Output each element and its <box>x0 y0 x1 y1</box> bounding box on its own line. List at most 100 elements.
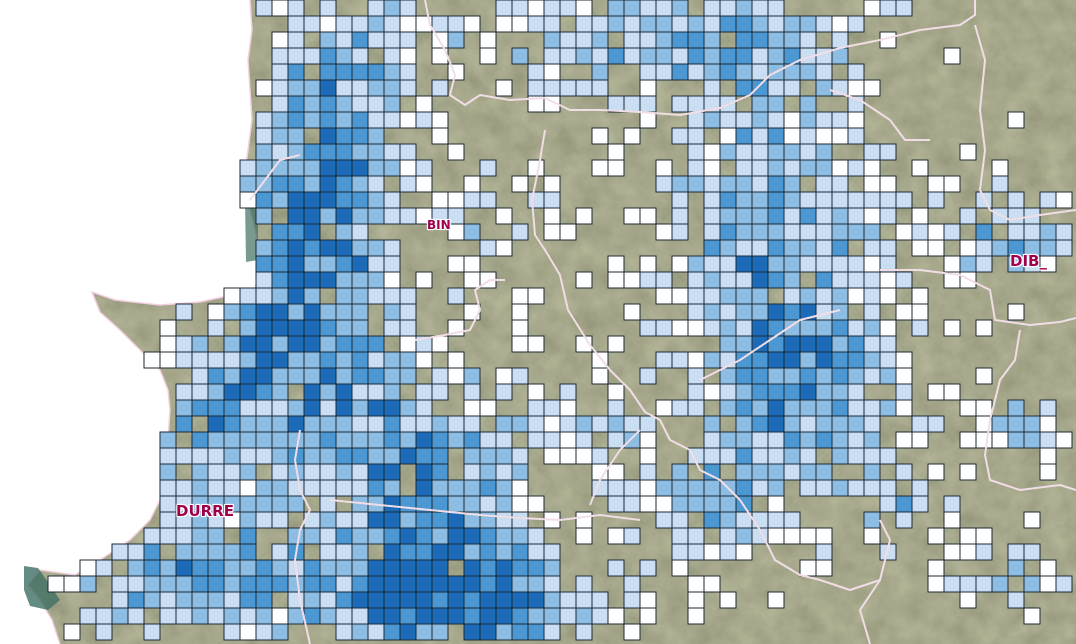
grid-cell <box>751 447 769 465</box>
grid-cell <box>799 383 817 401</box>
grid-cell <box>671 127 689 145</box>
grid-cell <box>415 95 433 113</box>
grid-cell <box>383 607 401 625</box>
grid-cell <box>511 319 529 337</box>
grid-cell <box>879 175 897 193</box>
grid-cell <box>783 367 801 385</box>
grid-cell <box>671 399 689 417</box>
grid-cell <box>207 495 225 513</box>
grid-cell <box>239 287 257 305</box>
grid-cell <box>383 591 401 609</box>
grid-cell <box>815 239 833 257</box>
grid-cell <box>415 575 433 593</box>
grid-cell <box>767 367 785 385</box>
grid-cell <box>671 175 689 193</box>
grid-cell <box>463 591 481 609</box>
grid-cell <box>767 127 785 145</box>
grid-cell <box>351 575 369 593</box>
grid-cell <box>351 143 369 161</box>
grid-cell <box>447 511 465 529</box>
grid-cell <box>687 143 705 161</box>
grid-cell <box>607 15 625 33</box>
grid-cell <box>927 175 945 193</box>
grid-cell <box>1007 399 1025 417</box>
grid-cell <box>95 607 113 625</box>
grid-cell <box>815 271 833 289</box>
grid-cell <box>863 175 881 193</box>
grid-cell <box>735 191 753 209</box>
grid-cell <box>287 415 305 433</box>
grid-cell <box>751 79 769 97</box>
grid-cell <box>335 607 353 625</box>
grid-cell <box>63 575 81 593</box>
grid-cell <box>447 495 465 513</box>
grid-cell <box>175 479 193 497</box>
grid-cell <box>511 0 529 17</box>
grid-cell <box>927 415 945 433</box>
grid-cell <box>799 127 817 145</box>
grid-cell <box>287 239 305 257</box>
grid-cell <box>431 511 449 529</box>
grid-cell <box>335 415 353 433</box>
map-view[interactable]: DURRE DIB_ BIN <box>0 0 1076 644</box>
grid-cell <box>767 415 785 433</box>
grid-cell <box>687 575 705 593</box>
grid-cell <box>399 47 417 65</box>
grid-cell <box>703 63 721 81</box>
grid-cell <box>975 319 993 337</box>
grid-cell <box>975 367 993 385</box>
grid-cell <box>783 447 801 465</box>
grid-cell <box>399 367 417 385</box>
grid-cell <box>575 623 593 641</box>
grid-cell <box>623 479 641 497</box>
grid-cell <box>703 239 721 257</box>
grid-cell <box>255 591 273 609</box>
grid-cell <box>479 447 497 465</box>
grid-cell <box>351 591 369 609</box>
grid-cell <box>495 591 513 609</box>
map-canvas <box>0 0 1076 644</box>
grid-cell <box>335 431 353 449</box>
grid-cell <box>815 79 833 97</box>
grid-cell <box>703 319 721 337</box>
grid-cell <box>287 495 305 513</box>
grid-cell <box>687 351 705 369</box>
grid-cell <box>703 159 721 177</box>
grid-cell <box>95 559 113 577</box>
grid-cell <box>367 463 385 481</box>
grid-cell <box>447 31 465 49</box>
grid-cell <box>319 159 337 177</box>
grid-cell <box>703 79 721 97</box>
grid-cell <box>767 159 785 177</box>
grid-cell <box>239 623 257 641</box>
grid-cell <box>575 607 593 625</box>
grid-cell <box>383 623 401 641</box>
grid-cell <box>319 271 337 289</box>
grid-cell <box>783 127 801 145</box>
grid-cell <box>783 143 801 161</box>
grid-cell <box>735 319 753 337</box>
grid-cell <box>927 383 945 401</box>
grid-cell <box>383 303 401 321</box>
grid-cell <box>1007 303 1025 321</box>
grid-cell <box>351 367 369 385</box>
grid-cell <box>367 591 385 609</box>
grid-cell <box>575 0 593 17</box>
grid-cell <box>543 431 561 449</box>
grid-cell <box>847 383 865 401</box>
grid-cell <box>495 495 513 513</box>
grid-cell <box>335 367 353 385</box>
grid-cell <box>415 415 433 433</box>
grid-cell <box>351 351 369 369</box>
grid-cell <box>639 367 657 385</box>
grid-cell <box>559 383 577 401</box>
grid-cell <box>319 575 337 593</box>
grid-cell <box>831 111 849 129</box>
grid-cell <box>159 511 177 529</box>
grid-cell <box>159 335 177 353</box>
grid-cell <box>799 31 817 49</box>
grid-cell <box>591 79 609 97</box>
grid-cell <box>575 575 593 593</box>
grid-cell <box>863 511 881 529</box>
grid-cell <box>495 559 513 577</box>
